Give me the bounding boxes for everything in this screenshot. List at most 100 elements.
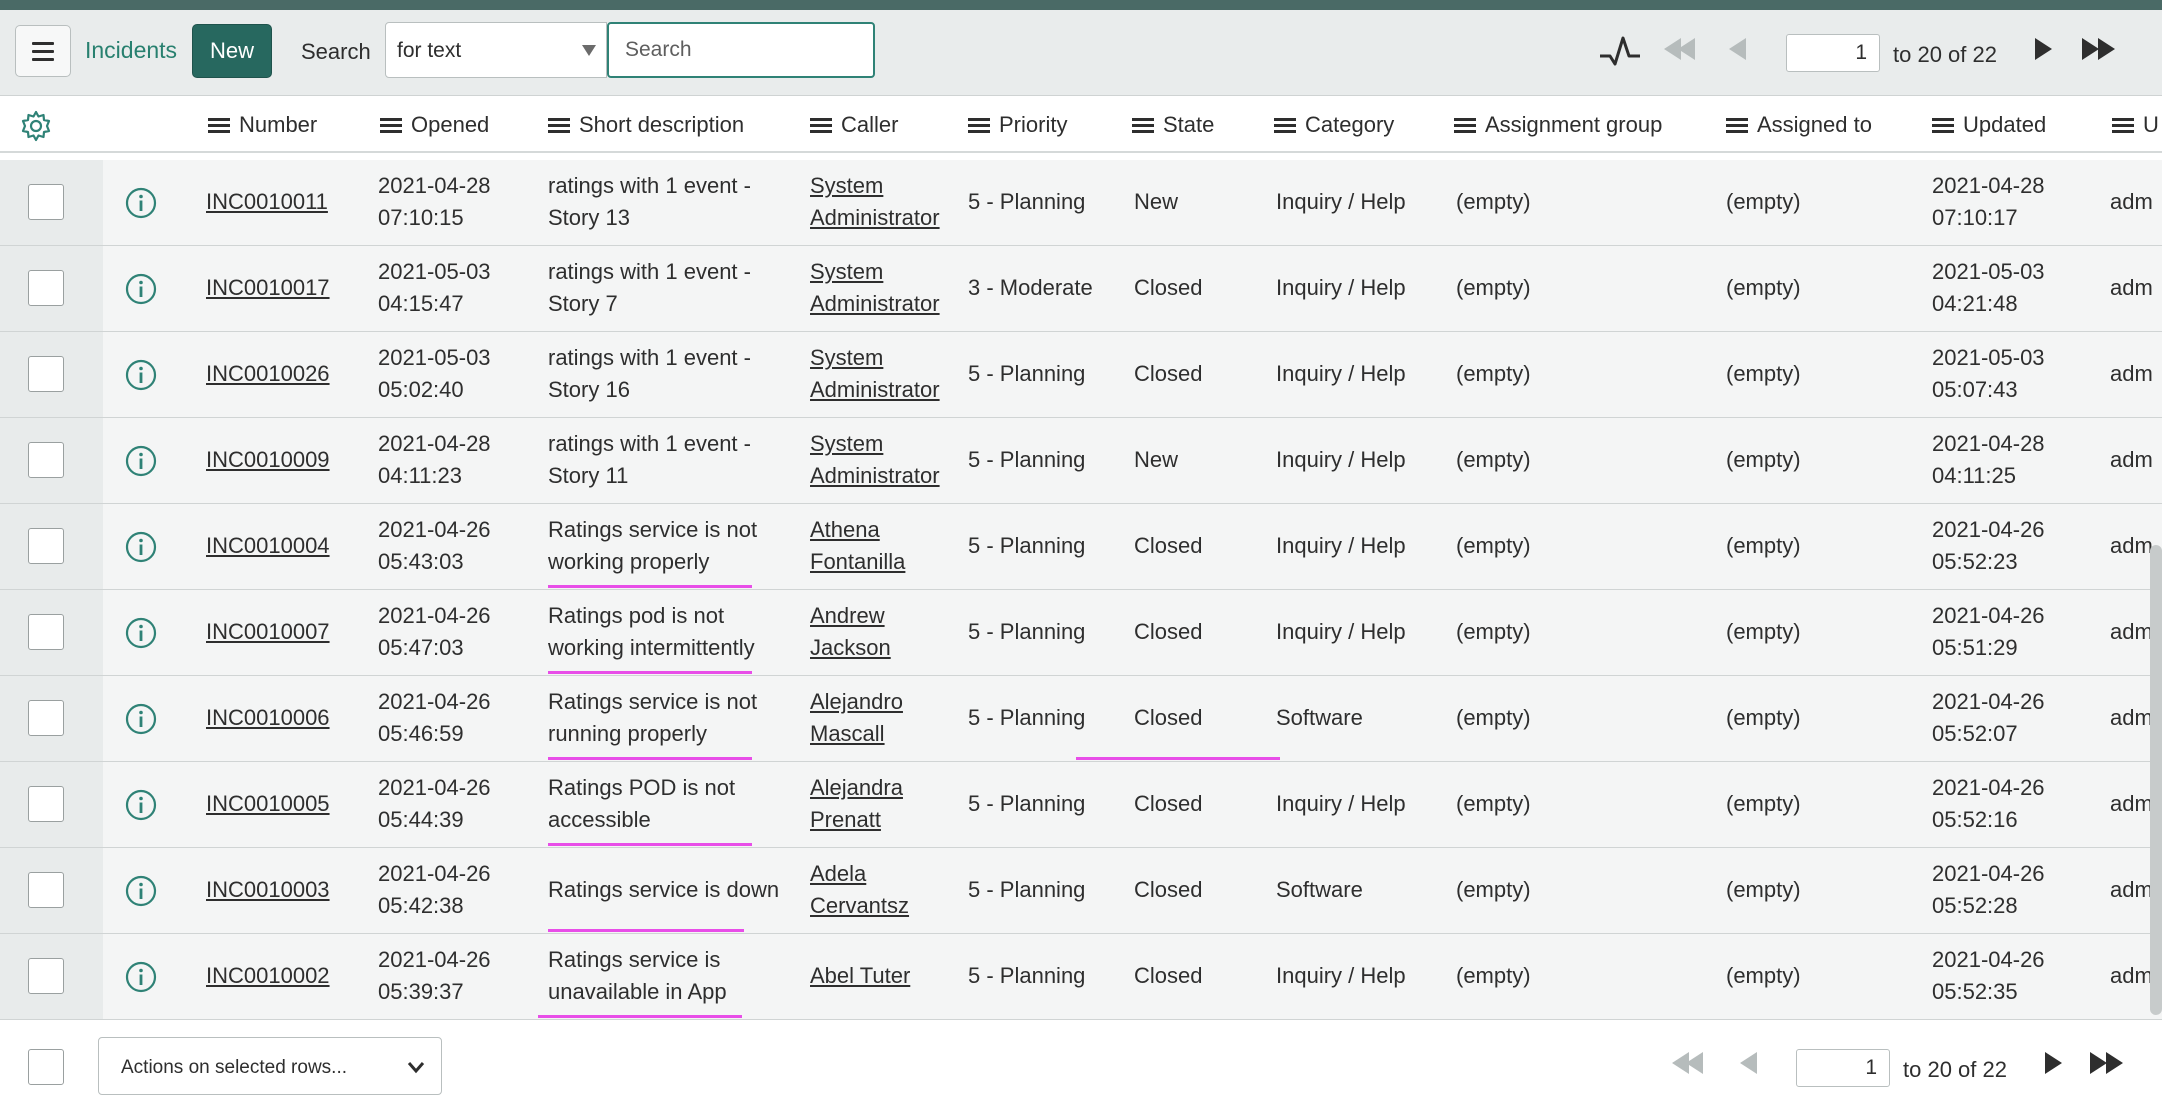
info-icon[interactable]: [125, 875, 157, 907]
caller-link-line[interactable]: Mascall: [810, 718, 903, 750]
caller-link-line[interactable]: System: [810, 342, 940, 374]
caller-link[interactable]: System Administrator: [810, 170, 940, 234]
row-checkbox[interactable]: [28, 614, 64, 650]
column-menu-icon[interactable]: [1454, 117, 1476, 133]
first-page-icon[interactable]: [1664, 38, 1695, 65]
row-checkbox[interactable]: [28, 356, 64, 392]
caller-link[interactable]: Abel Tuter: [810, 960, 910, 992]
column-menu-icon[interactable]: [1932, 117, 1954, 133]
incident-number-link[interactable]: INC0010011: [206, 186, 328, 218]
column-header-assignment-group[interactable]: Assignment group: [1454, 112, 1662, 138]
first-page-icon[interactable]: [1672, 1052, 1703, 1079]
caller-link-line[interactable]: Fontanilla: [810, 546, 905, 578]
caller-link-line[interactable]: Abel Tuter: [810, 960, 910, 992]
table-row[interactable]: INC0010005 2021-04-26 05:44:39 Ratings POD …: [0, 762, 2162, 848]
column-menu-icon[interactable]: [1726, 117, 1748, 133]
caller-link-line[interactable]: Administrator: [810, 460, 940, 492]
column-header-state[interactable]: State: [1132, 112, 1214, 138]
caller-link-line[interactable]: Administrator: [810, 374, 940, 406]
info-icon[interactable]: [125, 531, 157, 563]
incident-number-link[interactable]: INC0010005: [206, 788, 330, 820]
table-row[interactable]: INC0010009 2021-04-28 04:11:23 ratings with…: [0, 418, 2162, 504]
next-page-icon[interactable]: [2035, 38, 2052, 65]
incident-number-link[interactable]: INC0010017: [206, 272, 330, 304]
column-header-opened[interactable]: Opened: [380, 112, 489, 138]
caller-link-line[interactable]: Jackson: [810, 632, 891, 664]
incident-number-link[interactable]: INC0010006: [206, 702, 330, 734]
table-row[interactable]: INC0010002 2021-04-26 05:39:37 Ratings serv…: [0, 934, 2162, 1020]
gear-icon[interactable]: [20, 110, 52, 142]
caller-link[interactable]: Andrew Jackson: [810, 600, 891, 664]
caller-link[interactable]: Adela Cervantsz: [810, 858, 909, 922]
caller-link-line[interactable]: Administrator: [810, 202, 940, 234]
table-row[interactable]: INC0010004 2021-04-26 05:43:03 Ratings serv…: [0, 504, 2162, 590]
table-row[interactable]: INC0010007 2021-04-26 05:47:03 Ratings pod …: [0, 590, 2162, 676]
caller-link-line[interactable]: System: [810, 256, 940, 288]
caller-link-line[interactable]: Cervantsz: [810, 890, 909, 922]
caller-link[interactable]: Alejandra Prenatt: [810, 772, 903, 836]
incident-number-link[interactable]: INC0010004: [206, 530, 330, 562]
caller-link-line[interactable]: Administrator: [810, 288, 940, 320]
column-header-assigned-to[interactable]: Assigned to: [1726, 112, 1872, 138]
column-menu-icon[interactable]: [380, 117, 402, 133]
column-menu-icon[interactable]: [968, 117, 990, 133]
column-header-category[interactable]: Category: [1274, 112, 1394, 138]
caller-link[interactable]: System Administrator: [810, 428, 940, 492]
last-page-icon[interactable]: [2082, 38, 2115, 65]
menu-icon[interactable]: [15, 25, 71, 77]
column-header-priority[interactable]: Priority: [968, 112, 1067, 138]
info-icon[interactable]: [125, 187, 157, 219]
actions-select[interactable]: Actions on selected rows...: [98, 1037, 442, 1095]
column-menu-icon[interactable]: [810, 117, 832, 133]
table-row[interactable]: INC0010011 2021-04-28 07:10:15 ratings with…: [0, 160, 2162, 246]
table-row[interactable]: INC0010026 2021-05-03 05:02:40 ratings with…: [0, 332, 2162, 418]
caller-link[interactable]: System Administrator: [810, 256, 940, 320]
page-number-input[interactable]: [1786, 34, 1880, 72]
next-page-icon[interactable]: [2045, 1052, 2062, 1079]
incident-number-link[interactable]: INC0010026: [206, 358, 330, 390]
column-header-number[interactable]: Number: [208, 112, 317, 138]
caller-link-line[interactable]: Alejandra: [810, 772, 903, 804]
caller-link-line[interactable]: System: [810, 170, 940, 202]
info-icon[interactable]: [125, 703, 157, 735]
info-icon[interactable]: [125, 445, 157, 477]
info-icon[interactable]: [125, 789, 157, 821]
column-header-caller[interactable]: Caller: [810, 112, 898, 138]
column-menu-icon[interactable]: [2112, 117, 2134, 133]
info-icon[interactable]: [125, 359, 157, 391]
caller-link-line[interactable]: Prenatt: [810, 804, 903, 836]
column-header-updated-by[interactable]: U: [2112, 112, 2159, 138]
row-checkbox[interactable]: [28, 872, 64, 908]
row-checkbox[interactable]: [28, 786, 64, 822]
caller-link-line[interactable]: Adela: [810, 858, 909, 890]
row-checkbox[interactable]: [28, 528, 64, 564]
column-menu-icon[interactable]: [1132, 117, 1154, 133]
caller-link[interactable]: Athena Fontanilla: [810, 514, 905, 578]
column-header-short-description[interactable]: Short description: [548, 112, 744, 138]
activity-stream-icon[interactable]: [1598, 32, 1642, 72]
table-row[interactable]: INC0010006 2021-04-26 05:46:59 Ratings serv…: [0, 676, 2162, 762]
incident-number-link[interactable]: INC0010002: [206, 960, 330, 992]
caller-link-line[interactable]: Athena: [810, 514, 905, 546]
info-icon[interactable]: [125, 273, 157, 305]
search-field-select[interactable]: for text: [385, 22, 607, 78]
incident-number-link[interactable]: INC0010009: [206, 444, 330, 476]
new-button[interactable]: New: [192, 24, 272, 78]
last-page-icon[interactable]: [2090, 1052, 2123, 1079]
table-row[interactable]: INC0010003 2021-04-26 05:42:38 Ratings serv…: [0, 848, 2162, 934]
row-checkbox[interactable]: [28, 958, 64, 994]
info-icon[interactable]: [125, 961, 157, 993]
incident-number-link[interactable]: INC0010003: [206, 874, 330, 906]
previous-page-icon[interactable]: [1740, 1052, 1757, 1079]
table-row[interactable]: INC0010017 2021-05-03 04:15:47 ratings with…: [0, 246, 2162, 332]
column-menu-icon[interactable]: [208, 117, 230, 133]
caller-link[interactable]: System Administrator: [810, 342, 940, 406]
caller-link-line[interactable]: Alejandro: [810, 686, 903, 718]
caller-link-line[interactable]: Andrew: [810, 600, 891, 632]
row-checkbox[interactable]: [28, 184, 64, 220]
column-menu-icon[interactable]: [1274, 117, 1296, 133]
incident-number-link[interactable]: INC0010007: [206, 616, 330, 648]
footer-page-number-input[interactable]: [1796, 1049, 1890, 1087]
column-menu-icon[interactable]: [548, 117, 570, 133]
vertical-scrollbar[interactable]: [2150, 545, 2162, 1015]
